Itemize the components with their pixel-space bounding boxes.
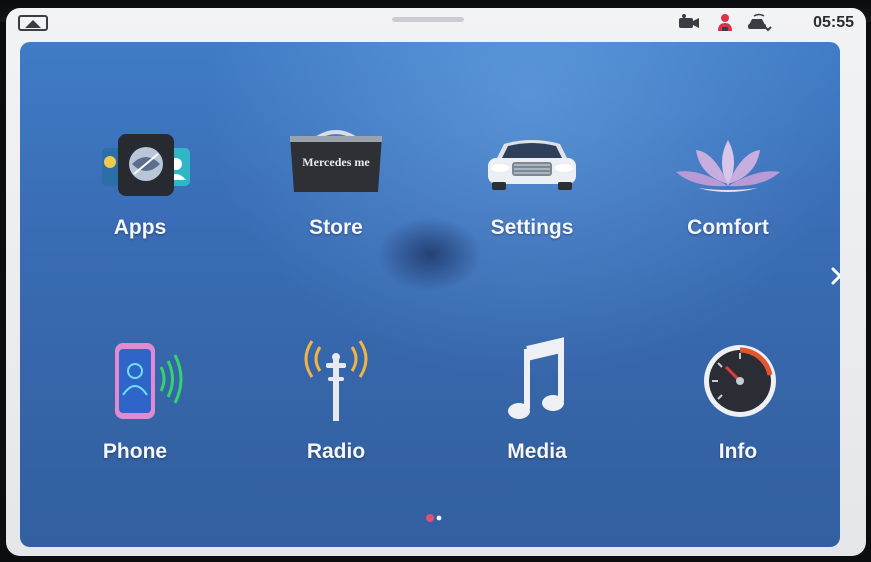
user-profile-icon [718, 14, 732, 31]
gauge-icon [704, 345, 776, 417]
head-unit-screen: 05:55 Apps Mercedes me Store Settings Co… [6, 8, 866, 556]
camera-icon [679, 14, 699, 28]
apps-icon [102, 134, 190, 196]
tile-settings[interactable]: Settings [442, 102, 622, 252]
phone-icon [115, 343, 183, 419]
tile-radio[interactable]: Radio [246, 327, 426, 477]
tile-label: Store [309, 216, 363, 239]
status-icons: 05:55 [676, 11, 866, 35]
tile-media[interactable]: Media [447, 327, 627, 477]
clock: 05:55 [813, 14, 854, 31]
status-bar: 05:55 [6, 8, 866, 38]
store-bag-text: Mercedes me [302, 155, 370, 169]
tile-label: Media [507, 440, 567, 463]
tile-apps[interactable]: Apps [50, 102, 230, 252]
music-note-icon [508, 337, 564, 419]
screen-cast-icon[interactable] [18, 15, 48, 31]
page-indicator [426, 514, 442, 522]
tile-label: Info [718, 440, 758, 463]
tile-label: Apps [113, 216, 167, 239]
lotus-icon [676, 140, 780, 192]
page-dot-active [426, 514, 434, 522]
tile-label: Radio [306, 440, 366, 463]
page-dot [436, 515, 442, 521]
store-bag-icon: Mercedes me [290, 130, 382, 192]
tile-store[interactable]: Mercedes me Store [246, 102, 426, 252]
chevron-right-icon[interactable] [829, 264, 840, 288]
car-front-icon [488, 140, 576, 190]
tile-phone[interactable]: Phone [45, 327, 225, 477]
home-panel: Apps Mercedes me Store Settings Comfort … [20, 42, 840, 547]
car-signal-icon [748, 13, 772, 32]
tile-label: Phone [102, 440, 168, 463]
tile-label: Settings [490, 216, 574, 239]
drag-handle[interactable] [392, 17, 464, 22]
radio-antenna-icon [304, 340, 368, 421]
tile-info[interactable]: Info [648, 327, 828, 477]
tile-label: Comfort [687, 216, 769, 239]
tile-comfort[interactable]: Comfort [638, 102, 818, 252]
